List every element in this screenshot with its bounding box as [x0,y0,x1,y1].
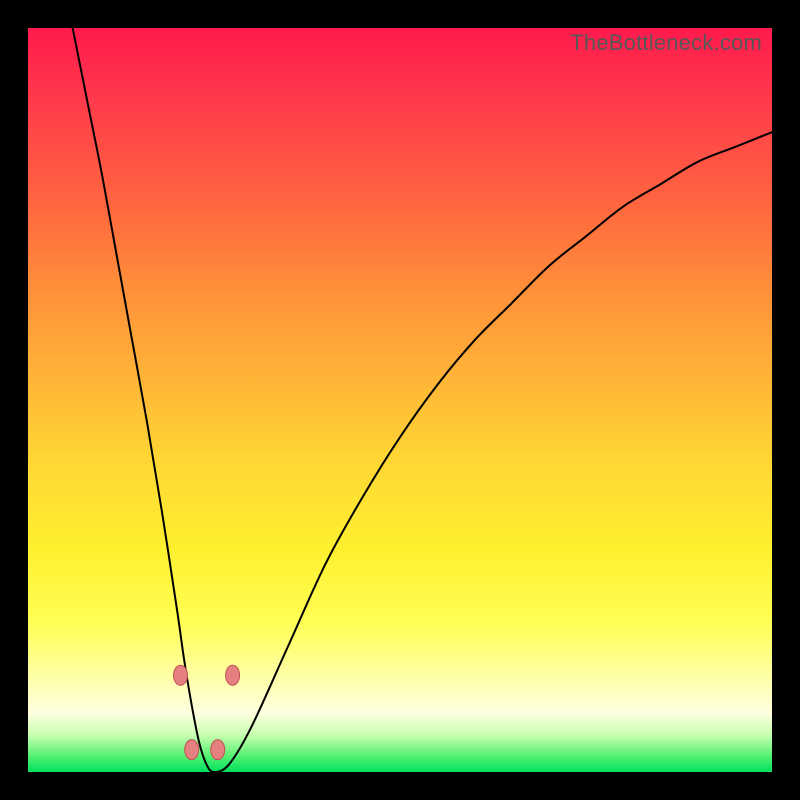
chart-plot-area: TheBottleneck.com [28,28,772,772]
marker-group [174,665,240,759]
watermark-text: TheBottleneck.com [570,30,762,56]
curve-marker [226,665,240,685]
curve-marker [185,740,199,760]
curve-marker [174,665,188,685]
curve-marker [211,740,225,760]
markers-svg [28,28,772,772]
